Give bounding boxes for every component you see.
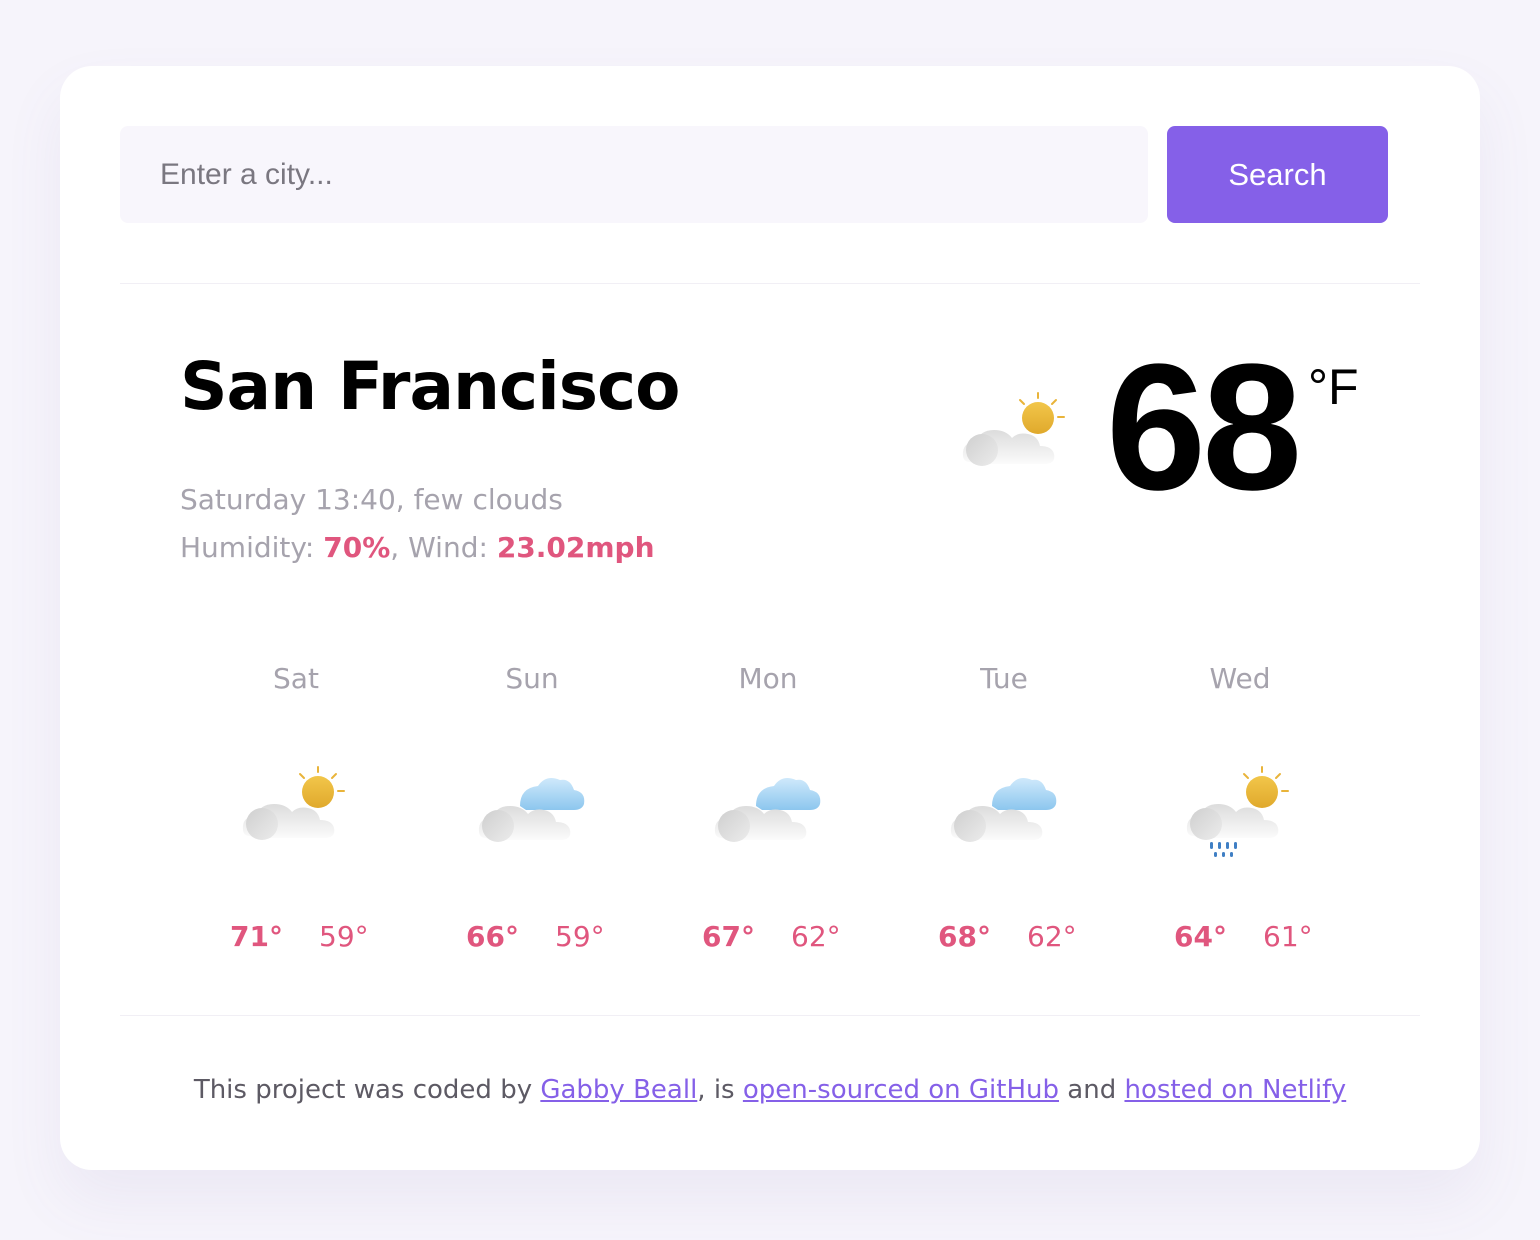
- temperature-unit-fahrenheit[interactable]: °F: [1308, 362, 1359, 412]
- netlify-link[interactable]: hosted on Netlify: [1124, 1075, 1346, 1105]
- forecast-max-temp: 64°: [1174, 920, 1227, 953]
- broken-clouds-icon: [950, 778, 1057, 842]
- wind-value: 23.02mph: [496, 531, 655, 564]
- weather-card: Search San Francisco Saturday 13:40, few…: [60, 66, 1480, 1170]
- datetime-description: Saturday 13:40, few clouds: [180, 483, 563, 516]
- forecast-day: Tue 68° 62°: [886, 662, 1122, 962]
- wind-label: , Wind:: [390, 531, 497, 564]
- top-divider: [120, 283, 1420, 284]
- search-button[interactable]: Search: [1167, 126, 1388, 223]
- broken-clouds-icon: [714, 778, 821, 842]
- forecast-min-temp: 62°: [791, 920, 841, 953]
- forecast-max-temp: 66°: [466, 920, 519, 953]
- forecast-max-temp: 67°: [702, 920, 755, 953]
- humidity-label: Humidity:: [180, 531, 324, 564]
- few-clouds-icon: [960, 392, 1072, 472]
- forecast-day-name: Sun: [505, 662, 559, 695]
- humidity-wind-line: Humidity: 70%, Wind: 23.02mph: [180, 524, 655, 572]
- forecast-min-temp: 62°: [1027, 920, 1077, 953]
- search-form: Search: [120, 126, 1388, 223]
- footer-text: , is: [697, 1075, 743, 1105]
- author-link[interactable]: Gabby Beall: [540, 1075, 697, 1105]
- current-details: Saturday 13:40, few clouds Humidity: 70%…: [180, 476, 655, 572]
- forecast-day-name: Mon: [738, 662, 798, 695]
- humidity-value: 70%: [323, 531, 391, 564]
- forecast-day-name: Wed: [1209, 662, 1271, 695]
- forecast-day: Wed 64° 61°: [1122, 662, 1358, 962]
- github-link[interactable]: open-sourced on GitHub: [743, 1075, 1059, 1105]
- forecast-max-temp: 71°: [230, 920, 283, 953]
- few-clouds-icon: [241, 766, 345, 841]
- footer-text: and: [1059, 1075, 1125, 1105]
- bottom-divider: [120, 1015, 1420, 1016]
- city-search-input[interactable]: [120, 126, 1148, 223]
- forecast-day: Mon 67° 62°: [650, 662, 886, 962]
- city-name: San Francisco: [180, 348, 680, 425]
- forecast-day: Sun 66° 59°: [414, 662, 650, 962]
- rain-sun-icon: [1185, 766, 1289, 858]
- forecast-min-temp: 61°: [1263, 920, 1313, 953]
- forecast-max-temp: 68°: [938, 920, 991, 953]
- forecast-day: Sat 71° 59°: [178, 662, 414, 962]
- forecast-min-temp: 59°: [555, 920, 605, 953]
- broken-clouds-icon: [478, 778, 585, 842]
- forecast-day-name: Tue: [980, 662, 1028, 695]
- forecast: Sat 71° 59° Sun 66° 59° Mon 67° 62° Tue: [178, 662, 1358, 962]
- current-temperature: 68: [1106, 327, 1302, 528]
- footer: This project was coded by Gabby Beall, i…: [60, 1075, 1480, 1105]
- forecast-min-temp: 59°: [319, 920, 369, 953]
- forecast-day-name: Sat: [273, 662, 319, 695]
- footer-prefix: This project was coded by: [193, 1075, 541, 1105]
